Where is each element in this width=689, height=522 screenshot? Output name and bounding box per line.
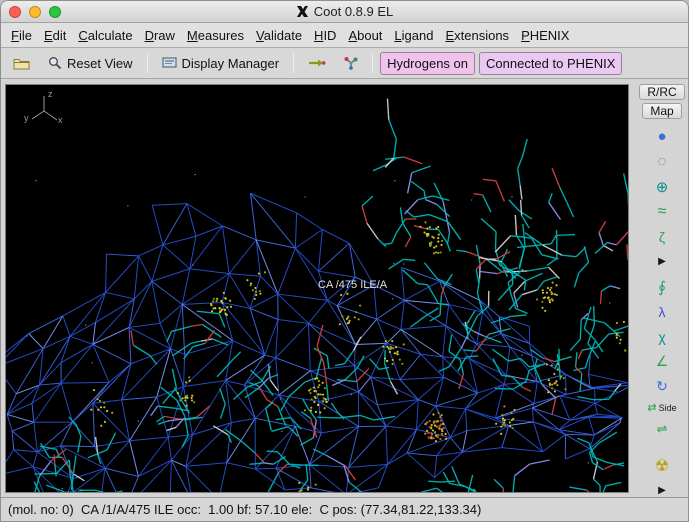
minimize-button[interactable] (29, 6, 41, 18)
close-button[interactable] (9, 6, 21, 18)
rigid-body-fit-icon[interactable]: ⊕ (649, 176, 675, 197)
go-to-atom-button[interactable] (301, 53, 333, 73)
status-bar: (mol. no: 0) CA /1/A/475 ILE occ: 1.00 b… (1, 497, 688, 521)
tandem-refine-icon[interactable]: ◌ (649, 151, 675, 172)
traffic-lights (9, 6, 61, 18)
status-text: (mol. no: 0) CA /1/A/475 ILE occ: 1.00 b… (8, 502, 482, 517)
real-space-refine-icon[interactable]: ≈ (649, 201, 675, 222)
axis-x-label: x (58, 115, 63, 125)
ligand-builder-icon[interactable]: ☢ (649, 455, 675, 476)
reset-view-label: Reset View (67, 55, 133, 71)
hydrogens-label: Hydrogens on (387, 55, 469, 71)
menu-edit[interactable]: Edit (38, 25, 72, 46)
axes-gizmo: z y x (24, 89, 68, 131)
zoom-button[interactable] (49, 6, 61, 18)
main-area: z y x CA /475 ILE/A R/RC Map ● ◌ ⊕ ≈ ζ ▶… (1, 79, 688, 497)
menu-draw[interactable]: Draw (139, 25, 181, 46)
window-title: Coot 0.8.9 EL (313, 4, 394, 19)
display-manager-button[interactable]: Display Manager (155, 52, 287, 75)
menu-ligand[interactable]: Ligand (388, 25, 439, 46)
menu-validate[interactable]: Validate (250, 25, 308, 46)
coot-window: Coot 0.8.9 EL File Edit Calculate Draw M… (0, 0, 689, 522)
gl-canvas[interactable]: z y x CA /475 ILE/A (5, 84, 629, 493)
regularize-zone-icon[interactable]: ζ (649, 226, 675, 247)
title-bar: Coot 0.8.9 EL (1, 1, 688, 23)
right-panel: R/RC Map ● ◌ ⊕ ≈ ζ ▶ ∮ λ χ ∠ ↻ ⇄ Side ⇌ (636, 84, 688, 496)
molecular-scene (6, 98, 628, 492)
menu-phenix[interactable]: PHENIX (515, 25, 575, 46)
folder-icon (13, 58, 30, 69)
go-to-atom-icon (309, 59, 326, 67)
rotamers-icon[interactable]: λ (649, 301, 675, 322)
menu-calculate[interactable]: Calculate (72, 25, 138, 46)
refine-rc-button[interactable]: R/RC (639, 84, 685, 100)
display-manager-label: Display Manager (181, 55, 280, 71)
toolbar-separator (372, 53, 374, 73)
toolbar: Reset View Display Manager Hydrogens on … (1, 48, 688, 79)
display-manager-icon (162, 57, 177, 67)
phenix-label: Connected to PHENIX (486, 55, 616, 71)
go-to-ligand-button[interactable] (337, 52, 365, 74)
menu-bar: File Edit Calculate Draw Measures Valida… (1, 23, 688, 48)
menu-file[interactable]: File (5, 25, 38, 46)
reset-view-button[interactable]: Reset View (41, 52, 140, 75)
menu-extensions[interactable]: Extensions (439, 25, 515, 46)
expand-tools-icon[interactable]: ▶ (649, 251, 675, 272)
axis-y-label: y (24, 113, 29, 123)
jiggle-fit-icon[interactable]: ↻ (649, 376, 675, 397)
hydrogens-toggle-button[interactable]: Hydrogens on (380, 51, 476, 75)
menu-hid[interactable]: HID (308, 25, 342, 46)
open-coordinates-button[interactable] (6, 53, 37, 74)
magnifier-icon (49, 57, 62, 70)
side-chain-flip-icon: ⇄ (647, 402, 657, 414)
phenix-connection-button[interactable]: Connected to PHENIX (479, 51, 623, 75)
mutate-residue-icon[interactable]: ⇌ (649, 418, 675, 439)
toolbar-separator (293, 53, 295, 73)
x11-icon (296, 6, 308, 17)
axis-z-label: z (48, 89, 53, 99)
flip-peptide-icon[interactable]: ∠ (649, 351, 675, 372)
menu-about[interactable]: About (342, 25, 388, 46)
side-chain-180-button[interactable]: ⇄ Side (647, 401, 676, 414)
side-chain-label: Side (658, 402, 677, 413)
toolbar-separator (146, 53, 148, 73)
menu-measures[interactable]: Measures (181, 25, 250, 46)
model-fit-toolbar: ● ◌ ⊕ ≈ ζ ▶ ∮ λ χ ∠ ↻ ⇄ Side ⇌ ☢ ▶ (638, 126, 686, 501)
refine-sphere-icon[interactable]: ● (649, 126, 675, 147)
molecule-icon (344, 57, 358, 70)
map-button[interactable]: Map (642, 103, 682, 119)
edit-chi-angles-icon[interactable]: χ (649, 326, 675, 347)
auto-fit-rotamer-icon[interactable]: ∮ (649, 276, 675, 297)
